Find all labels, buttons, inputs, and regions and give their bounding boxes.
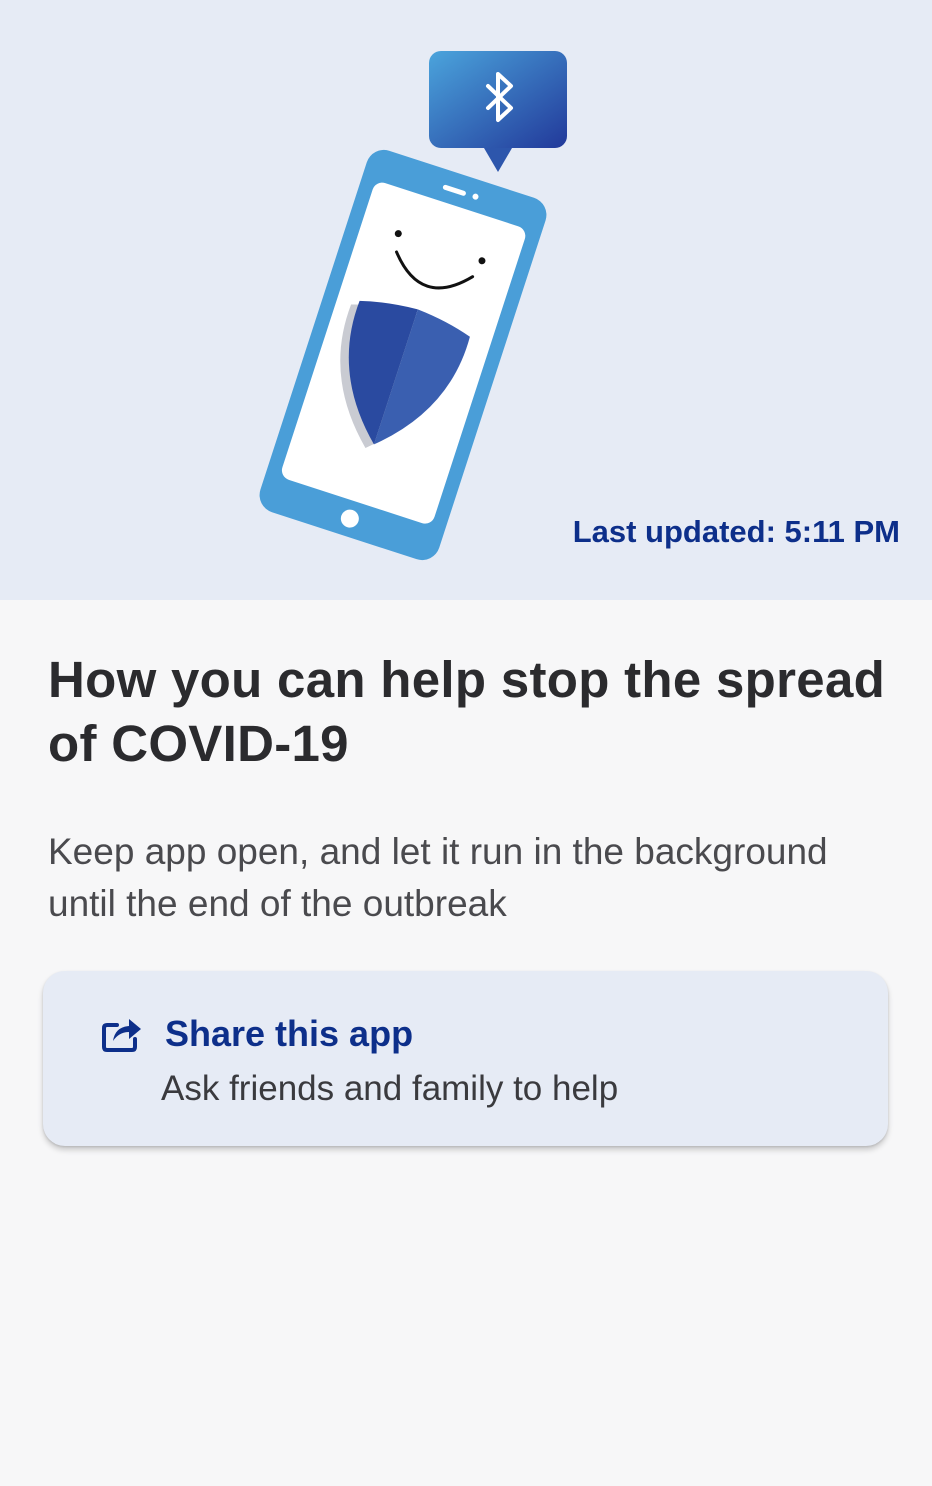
page-title: How you can help stop the spread of COVI… <box>48 651 886 772</box>
share-app-card[interactable]: Share this app Ask friends and family to… <box>43 971 888 1146</box>
phone-bluetooth-illustration <box>259 51 567 561</box>
phone-icon <box>259 149 547 561</box>
share-app-title: Share this app <box>165 1013 414 1054</box>
hero-banner: Last updated: 5:11 PM <box>0 0 932 600</box>
last-updated-timestamp: Last updated: 5:11 PM <box>572 514 900 549</box>
instruction-text: Keep app open, and let it run in the bac… <box>48 831 828 924</box>
share-app-subtitle: Ask friends and family to help <box>161 1069 619 1108</box>
bluetooth-icon <box>429 51 567 172</box>
main-content: How you can help stop the spread of COVI… <box>0 600 932 1486</box>
share-icon <box>102 1019 141 1052</box>
